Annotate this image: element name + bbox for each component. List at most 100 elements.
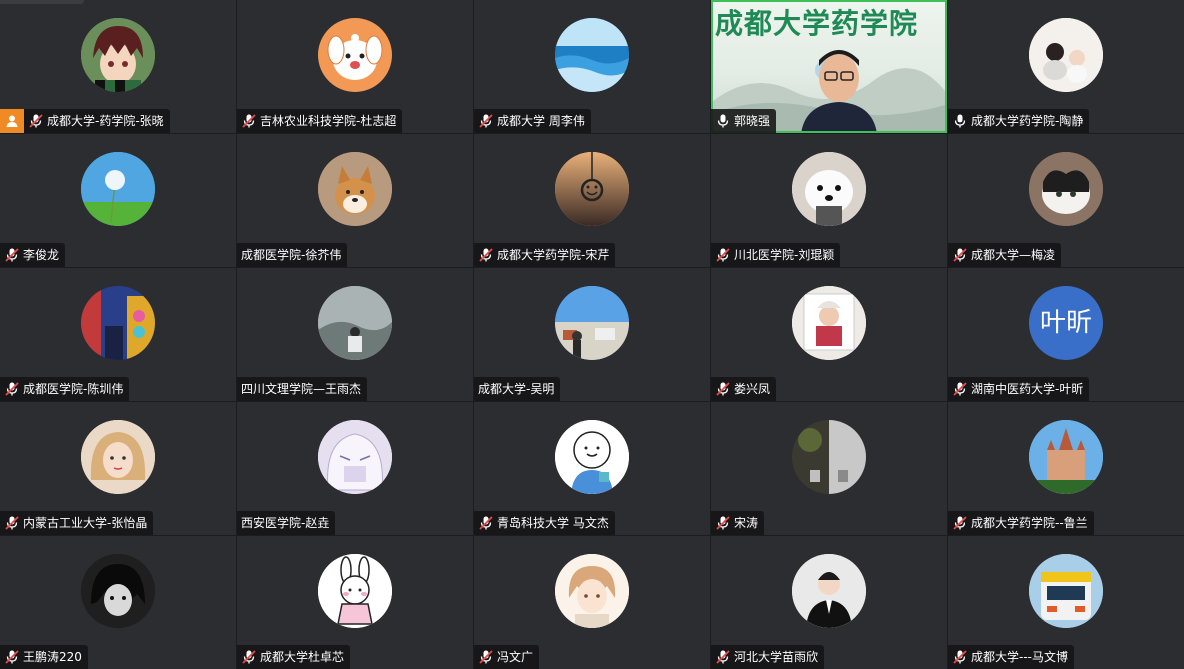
participant-name: 郭晓强 — [734, 114, 771, 128]
participant-name: 成都医学院-徐芥伟 — [241, 248, 342, 262]
participant-name-tag: 四川文理学院—王雨杰 — [237, 377, 368, 401]
participant-tile[interactable]: 成都医学院-陈圳伟 — [0, 268, 236, 401]
participant-name: 吉林农业科技学院-杜志超 — [260, 114, 397, 128]
participant-name: 西安医学院-赵垚 — [241, 516, 330, 530]
participant-tile[interactable]: 成都大学-药学院-张晓 — [0, 0, 236, 133]
top-toolbar-edge — [0, 0, 84, 4]
participant-name: 宋涛 — [734, 516, 759, 530]
participant-name-tag: 内蒙古工业大学-张怡晶 — [0, 511, 154, 535]
participant-avatar — [792, 152, 866, 226]
participant-name-tag: 成都大学 周李伟 — [474, 109, 591, 133]
participant-tile[interactable]: 川北医学院-刘琨颖 — [711, 134, 947, 267]
participant-tile[interactable]: 成都大学药学院--鲁兰 — [948, 402, 1184, 535]
mic-muted-icon — [478, 113, 494, 129]
participant-name: 冯文广 — [497, 650, 534, 664]
participant-tile[interactable]: 成都大学杜卓芯 — [237, 536, 473, 669]
participant-avatar — [318, 286, 392, 360]
participant-tile[interactable]: 四川文理学院—王雨杰 — [237, 268, 473, 401]
participant-avatar — [555, 286, 629, 360]
mic-muted-icon — [952, 247, 968, 263]
mic-muted-icon — [715, 247, 731, 263]
participant-avatar — [555, 554, 629, 628]
participant-avatar — [1029, 420, 1103, 494]
participant-avatar — [81, 152, 155, 226]
host-icon — [0, 109, 24, 133]
participant-tile[interactable]: 李俊龙 — [0, 134, 236, 267]
participant-avatar — [792, 286, 866, 360]
participant-name-tag: 成都大学药学院-宋芹 — [474, 243, 616, 267]
mic-muted-icon — [4, 247, 20, 263]
participant-name: 川北医学院-刘琨颖 — [734, 248, 835, 262]
mic-on-icon — [952, 113, 968, 129]
participant-name: 成都医学院-陈圳伟 — [23, 382, 124, 396]
mic-muted-icon — [478, 649, 494, 665]
participant-tile[interactable]: 娄兴凤 — [711, 268, 947, 401]
participant-grid: 成都大学-药学院-张晓 吉林农业科技学院-杜志超 成都大学 周李伟 成都大学药学院 … — [0, 0, 1184, 669]
participant-tile[interactable]: 西安医学院-赵垚 — [237, 402, 473, 535]
participant-avatar — [1029, 152, 1103, 226]
mic-muted-icon — [241, 649, 257, 665]
participant-tile[interactable]: 成都大学—梅凌 — [948, 134, 1184, 267]
participant-name: 成都大学药学院-宋芹 — [497, 248, 610, 262]
participant-tile[interactable]: 青岛科技大学 马文杰 — [474, 402, 710, 535]
participant-name: 成都大学---马文博 — [971, 650, 1068, 664]
participant-name-tag: 成都大学药学院--鲁兰 — [948, 511, 1094, 535]
participant-tile[interactable]: 内蒙古工业大学-张怡晶 — [0, 402, 236, 535]
participant-avatar — [555, 18, 629, 92]
participant-name-tag: 成都大学-吴明 — [474, 377, 561, 401]
active-speaker-video[interactable]: 成都大学药学院 郭晓强 — [711, 0, 947, 133]
participant-name-tag: 宋涛 — [711, 511, 765, 535]
participant-name: 成都大学药学院--鲁兰 — [971, 516, 1088, 530]
participant-name: 李俊龙 — [23, 248, 60, 262]
participant-name: 河北大学苗雨欣 — [734, 650, 819, 664]
participant-tile[interactable]: 成都大学 周李伟 — [474, 0, 710, 133]
participant-name-tag: 成都大学—梅凌 — [948, 243, 1062, 267]
participant-avatar — [555, 420, 629, 494]
participant-avatar — [318, 420, 392, 494]
participant-tile[interactable]: 成都大学药学院-宋芹 — [474, 134, 710, 267]
mic-muted-icon — [952, 649, 968, 665]
participant-tile[interactable]: 叶昕湖南中医药大学-叶昕 — [948, 268, 1184, 401]
participant-name: 成都大学药学院-陶静 — [971, 114, 1084, 128]
participant-tile[interactable]: 成都大学药学院-陶静 — [948, 0, 1184, 133]
participant-name-tag: 郭晓强 — [711, 109, 777, 133]
participant-avatar — [81, 18, 155, 92]
participant-name: 内蒙古工业大学-张怡晶 — [23, 516, 148, 530]
participant-name: 成都大学-吴明 — [478, 382, 555, 396]
participant-avatar — [318, 554, 392, 628]
participant-name: 湖南中医药大学-叶昕 — [971, 382, 1084, 396]
participant-name: 成都大学-药学院-张晓 — [47, 114, 164, 128]
participant-avatar — [1029, 554, 1103, 628]
mic-muted-icon — [4, 649, 20, 665]
participant-name-tag: 冯文广 — [474, 645, 540, 669]
participant-tile[interactable]: 成都医学院-徐芥伟 — [237, 134, 473, 267]
participant-tile[interactable]: 冯文广 — [474, 536, 710, 669]
participant-name-tag: 成都大学药学院-陶静 — [948, 109, 1090, 133]
participant-name: 娄兴凤 — [734, 382, 771, 396]
participant-name-tag: 川北医学院-刘琨颖 — [711, 243, 841, 267]
participant-tile[interactable]: 王鹏涛220 — [0, 536, 236, 669]
participant-name-tag: 成都大学-药学院-张晓 — [0, 109, 170, 133]
participant-name-tag: 成都大学杜卓芯 — [237, 645, 351, 669]
speaker-person — [801, 50, 877, 131]
participant-tile[interactable]: 成都大学-吴明 — [474, 268, 710, 401]
participant-tile[interactable]: 河北大学苗雨欣 — [711, 536, 947, 669]
participant-avatar: 叶昕 — [1029, 286, 1103, 360]
video-banner-text: 成都大学药学院 — [715, 7, 919, 40]
participant-tile[interactable]: 吉林农业科技学院-杜志超 — [237, 0, 473, 133]
participant-avatar — [81, 554, 155, 628]
participant-name-tag: 湖南中医药大学-叶昕 — [948, 377, 1090, 401]
mic-muted-icon — [478, 515, 494, 531]
mic-muted-icon — [715, 649, 731, 665]
participant-name-tag: 李俊龙 — [0, 243, 66, 267]
participant-avatar — [318, 18, 392, 92]
mic-muted-icon — [4, 381, 20, 397]
mic-muted-icon — [241, 113, 257, 129]
participant-name-tag: 河北大学苗雨欣 — [711, 645, 825, 669]
participant-tile[interactable]: 宋涛 — [711, 402, 947, 535]
participant-name: 王鹏涛220 — [23, 650, 82, 664]
mic-muted-icon — [715, 515, 731, 531]
participant-avatar — [792, 554, 866, 628]
participant-name-tag: 青岛科技大学 马文杰 — [474, 511, 615, 535]
participant-tile[interactable]: 成都大学---马文博 — [948, 536, 1184, 669]
